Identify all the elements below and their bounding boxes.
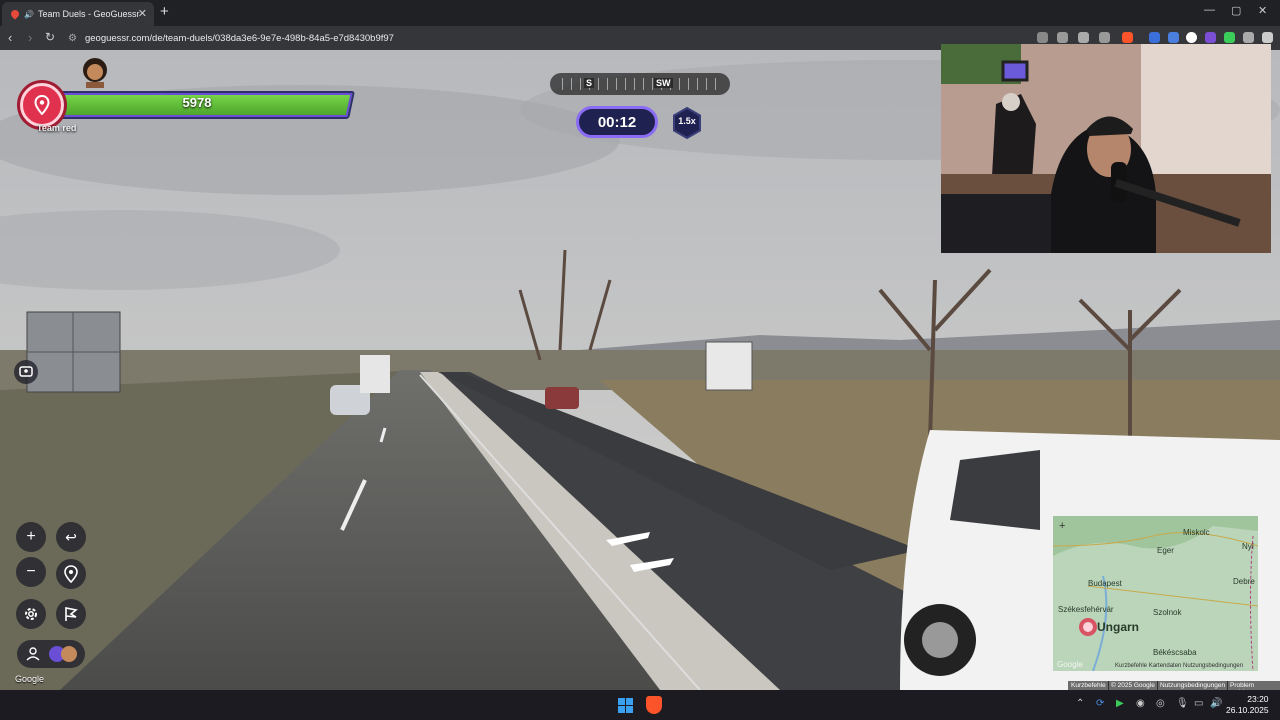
terms-link[interactable]: Nutzungsbedingungen: [1157, 681, 1229, 690]
gear-icon: [25, 608, 37, 620]
tray-play-icon[interactable]: ▶: [1116, 698, 1124, 709]
copyright-text: © 2025 Google: [1108, 681, 1158, 690]
tray-sync-icon[interactable]: ⟳: [1096, 698, 1104, 709]
extension-icon[interactable]: [1037, 32, 1048, 43]
map-label-ungarn: Ungarn: [1097, 620, 1139, 634]
url-text: geoguessr.com/de/team-duels/038da3e6-9e7…: [84, 32, 394, 44]
extensions-puzzle-icon[interactable]: [1243, 32, 1254, 43]
extension-icon[interactable]: [1168, 32, 1179, 43]
map-label-miskolc: Miskolc: [1183, 528, 1210, 537]
tray-app-icon[interactable]: ◉: [1136, 698, 1145, 709]
brave-browser-icon[interactable]: [646, 696, 662, 714]
geoguessr-favicon-icon: [9, 8, 21, 20]
system-clock[interactable]: 23:20 26.10.2025: [1226, 694, 1269, 716]
extension-icon[interactable]: [1205, 32, 1216, 43]
tray-overflow-icon[interactable]: ⌃: [1076, 698, 1084, 709]
new-tab-button[interactable]: +: [160, 3, 169, 20]
windows-taskbar: [0, 690, 1280, 720]
extension-icon[interactable]: [1224, 32, 1235, 43]
brave-shields-icon[interactable]: [1122, 32, 1133, 43]
settings-button[interactable]: [16, 599, 46, 629]
map-label-bekescsaba: Békéscsaba: [1153, 648, 1197, 657]
minimap-zoom-in-button[interactable]: +: [1059, 520, 1065, 532]
guess-minimap[interactable]: + Miskolc Eger Budapest Székesfehérvár S…: [1053, 516, 1258, 671]
webcam-video: [941, 44, 1271, 253]
reload-icon[interactable]: ↻: [45, 30, 55, 44]
undo-button[interactable]: ↩: [56, 522, 86, 552]
cast-icon[interactable]: [1057, 32, 1068, 43]
translate-icon[interactable]: [1078, 32, 1089, 43]
maximize-button[interactable]: ▢: [1231, 4, 1241, 17]
map-label-szekesfehervar: Székesfehérvár: [1058, 605, 1114, 614]
extension-icon[interactable]: [1186, 32, 1197, 43]
player-avatar: [83, 58, 107, 88]
multiplier-value: 1.5x: [678, 116, 696, 126]
team-name-label: Team red: [37, 123, 77, 133]
map-label-eger: Eger: [1157, 546, 1174, 555]
return-to-start-button[interactable]: [56, 559, 86, 589]
team-members-icons: [26, 646, 77, 662]
clock-date: 26.10.2025: [1226, 705, 1269, 715]
tray-app-icon[interactable]: ◎: [1156, 698, 1165, 709]
browser-tabbar: 🔊 Team Duels - GeoGuessr ✕ + — ▢ ✕: [0, 0, 1280, 26]
map-label-szolnok: Szolnok: [1153, 608, 1182, 617]
minimize-button[interactable]: —: [1204, 4, 1215, 16]
minimap-google-watermark: Google: [1057, 660, 1083, 669]
team-red-badge: [20, 83, 64, 127]
close-tab-button[interactable]: ✕: [138, 7, 147, 20]
compass-southwest-label: SW: [654, 78, 673, 88]
menu-icon[interactable]: [1262, 32, 1273, 43]
zoom-in-button[interactable]: +: [16, 522, 46, 552]
site-settings-icon[interactable]: ⚙: [68, 33, 77, 44]
windows-start-icon[interactable]: [618, 698, 633, 713]
round-timer: 00:12: [576, 106, 658, 138]
share-icon[interactable]: [1099, 32, 1110, 43]
forward-icon[interactable]: ›: [28, 30, 32, 45]
url-field[interactable]: ⚙ geoguessr.com/de/team-duels/038da3e6-9…: [62, 29, 962, 47]
damage-multiplier-badge: 1.5x: [671, 106, 703, 140]
health-value: 5978: [182, 95, 212, 110]
compass: S SW: [550, 73, 730, 95]
google-watermark: Google: [15, 674, 45, 684]
location-pin-icon: [64, 565, 78, 583]
pin-chat-icon: [19, 366, 33, 377]
shortcuts-link[interactable]: Kurzbefehle: [1068, 681, 1109, 690]
microphone-icon[interactable]: 🎙: [1176, 698, 1189, 709]
map-label-nyiregyhaza: Nyí: [1242, 542, 1254, 551]
minimap-footer: Kurzbefehle Kartendaten Nutzungsbedingun…: [1115, 663, 1244, 669]
zoom-out-button[interactable]: −: [16, 557, 46, 587]
tab-title: Team Duels - GeoGuessr: [37, 9, 140, 19]
audio-playing-icon[interactable]: 🔊: [24, 10, 34, 19]
network-icon[interactable]: ▭: [1194, 698, 1203, 709]
map-label-budapest: Budapest: [1088, 579, 1122, 588]
back-icon[interactable]: ‹: [8, 30, 12, 45]
flag-button[interactable]: [56, 599, 86, 629]
report-location-button[interactable]: [14, 360, 38, 384]
audio-extension-icon[interactable]: [1149, 32, 1160, 43]
close-window-button[interactable]: ✕: [1258, 4, 1267, 17]
flag-icon: [65, 607, 78, 621]
compass-south-label: S: [584, 78, 595, 88]
map-pin-icon: [34, 95, 50, 115]
clock-time: 23:20: [1247, 694, 1269, 704]
map-label-debrecen: Debre: [1233, 577, 1255, 586]
volume-icon[interactable]: 🔊: [1210, 698, 1222, 709]
team-members-bar[interactable]: [17, 640, 85, 668]
streamer-webcam: [941, 44, 1271, 253]
tab-team-duels[interactable]: 🔊 Team Duels - GeoGuessr ✕: [2, 2, 154, 26]
